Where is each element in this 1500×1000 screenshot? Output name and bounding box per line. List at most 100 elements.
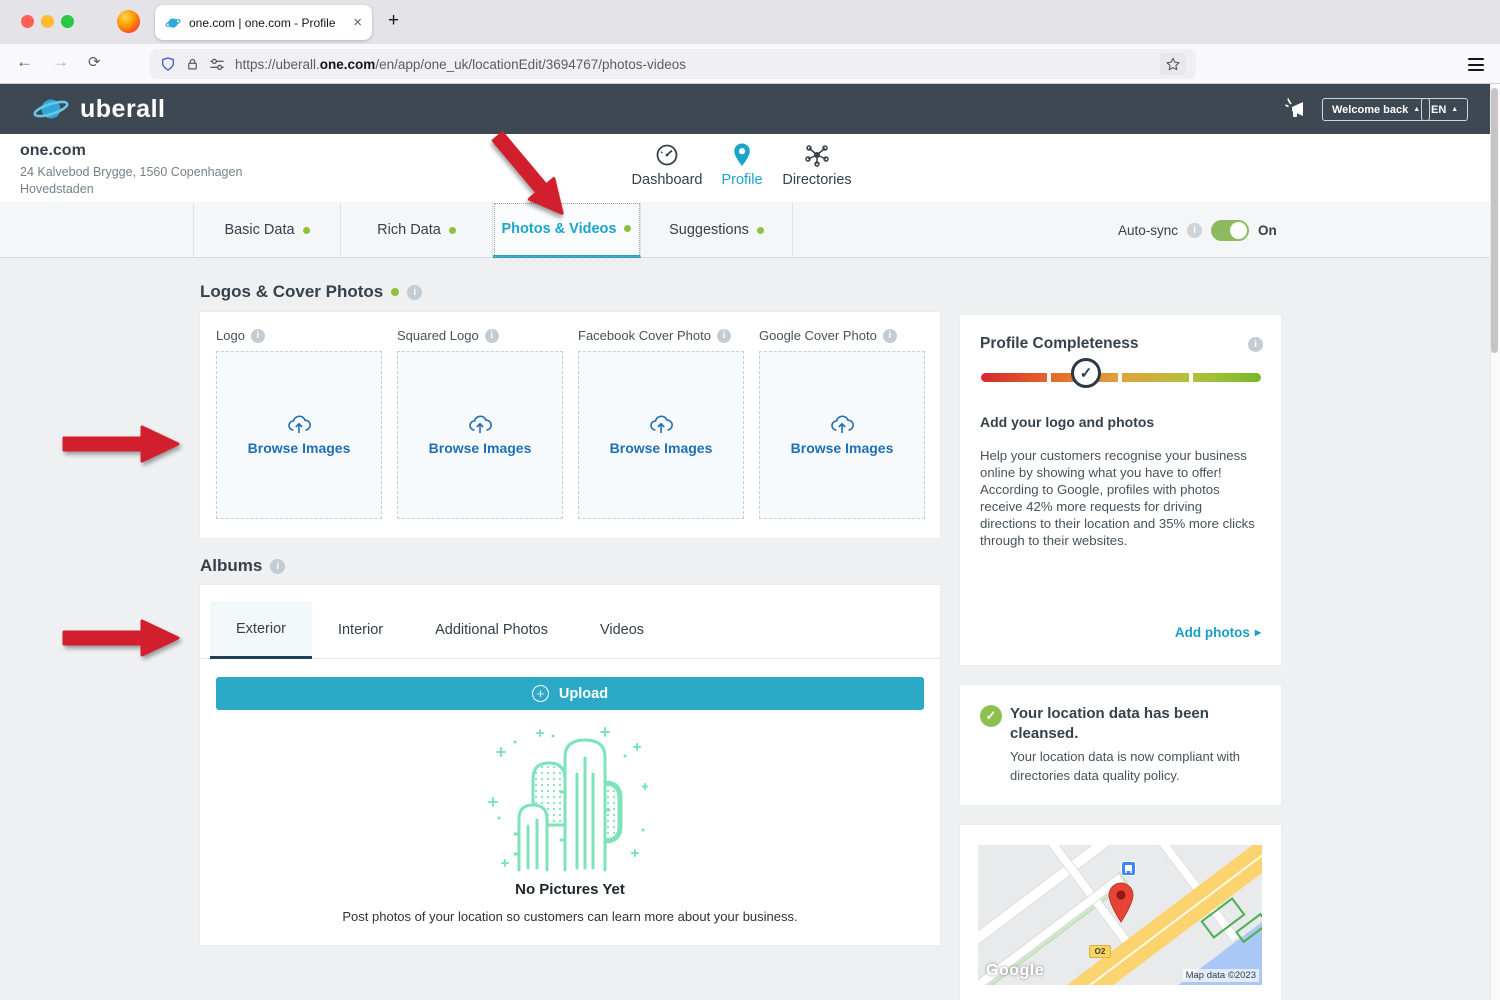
browse-images-dropzone[interactable]: Browse Images — [397, 351, 563, 519]
upload-button-label: Upload — [559, 686, 608, 702]
completeness-bar — [981, 373, 1261, 382]
caret-up-icon: ▲ — [1451, 106, 1458, 113]
tab-rich-data[interactable]: Rich Data — [341, 202, 493, 258]
announcement-icon[interactable] — [1284, 97, 1310, 121]
tab-suggestions-label: Suggestions — [669, 222, 749, 238]
browser-toolbar: ← → ⟳ https://uberall.one.com/en/app/one… — [0, 44, 1500, 84]
logos-section-heading: Logos & Cover Photos i — [200, 282, 422, 302]
cloud-upload-icon — [830, 414, 854, 434]
uploader-label: Google Cover Photoi — [759, 328, 925, 343]
browser-tab[interactable]: one.com | one.com - Profile × — [155, 5, 372, 40]
status-dot — [624, 225, 631, 232]
tab-title: one.com | one.com - Profile — [189, 16, 347, 30]
info-icon[interactable]: i — [251, 329, 265, 343]
info-icon[interactable]: i — [717, 329, 731, 343]
add-photos-link[interactable]: Add photos ▶ — [1175, 625, 1261, 640]
squared-logo-uploader: Squared Logoi Browse Images — [397, 328, 563, 519]
browse-images-dropzone[interactable]: Browse Images — [578, 351, 744, 519]
back-button[interactable]: ← — [16, 52, 33, 72]
albums-heading-label: Albums — [200, 556, 262, 576]
forward-button[interactable]: → — [52, 52, 69, 72]
cactus-illustration — [485, 722, 655, 872]
autosync-toggle[interactable] — [1211, 220, 1249, 241]
uberall-planet-icon — [30, 92, 72, 126]
logos-heading-label: Logos & Cover Photos — [200, 282, 383, 302]
info-icon[interactable]: i — [1248, 337, 1263, 352]
info-icon[interactable]: i — [407, 285, 422, 300]
brand-name: uberall — [80, 95, 165, 124]
annotation-arrow-browse-images — [62, 425, 180, 463]
info-icon[interactable]: i — [883, 329, 897, 343]
nav-directories-label: Directories — [762, 172, 872, 188]
browse-images-label: Browse Images — [429, 440, 532, 456]
facebook-cover-uploader: Facebook Cover Photoi Browse Images — [578, 328, 744, 519]
google-map[interactable]: O2 Google Map data ©2023 — [978, 845, 1262, 985]
logo-uploader: Logoi Browse Images — [216, 328, 382, 519]
permissions-icon[interactable] — [209, 57, 225, 71]
status-dot — [391, 288, 399, 296]
album-tabs: Exterior Interior Additional Photos Vide… — [200, 601, 940, 659]
scrollbar-thumb[interactable] — [1491, 88, 1498, 353]
album-tab-exterior[interactable]: Exterior — [210, 601, 312, 659]
route-badge: O2 — [1089, 945, 1111, 958]
gauge-icon — [655, 143, 679, 167]
location-name: one.com — [20, 142, 86, 160]
status-dot — [303, 227, 310, 234]
browse-images-dropzone[interactable]: Browse Images — [216, 351, 382, 519]
new-tab-button[interactable]: + — [388, 10, 399, 32]
info-icon[interactable]: i — [270, 559, 285, 574]
completeness-body: Help your customers recognise your busin… — [980, 447, 1262, 549]
cloud-upload-icon — [468, 414, 492, 434]
url-bar[interactable]: https://uberall.one.com/en/app/one_uk/lo… — [150, 49, 1196, 79]
add-photos-label: Add photos — [1175, 625, 1250, 640]
browser-window: one.com | one.com - Profile × + ← → ⟳ ht… — [0, 0, 1500, 1000]
album-tab-additional-photos[interactable]: Additional Photos — [409, 601, 574, 659]
profile-tab-bar: Basic Data Rich Data Photos & Videos Sug… — [0, 202, 1490, 258]
uberall-logo[interactable]: uberall — [30, 92, 165, 126]
google-cover-uploader: Google Cover Photoi Browse Images — [759, 328, 925, 519]
cleansed-body: Your location data is now compliant with… — [1010, 747, 1266, 785]
lock-icon[interactable] — [185, 57, 200, 72]
toggle-knob — [1230, 222, 1247, 239]
album-tab-interior[interactable]: Interior — [312, 601, 409, 659]
uberall-favicon — [165, 15, 181, 31]
tab-basic-data[interactable]: Basic Data — [193, 202, 341, 258]
cleansed-title: Your location data has been cleansed. — [1010, 704, 1260, 744]
language-menu[interactable]: EN ▲ — [1421, 98, 1468, 121]
browse-images-label: Browse Images — [248, 440, 351, 456]
address-line-2: Hovedstaden — [20, 181, 242, 198]
tab-suggestions[interactable]: Suggestions — [641, 202, 793, 258]
shield-icon[interactable] — [160, 56, 176, 72]
reload-button[interactable]: ⟳ — [88, 53, 101, 71]
autosync-label: Auto-sync — [1118, 223, 1178, 238]
browser-tabstrip: one.com | one.com - Profile × + — [0, 0, 1500, 44]
bookmark-star-button[interactable] — [1160, 53, 1186, 75]
welcome-back-menu[interactable]: Welcome back ▲ — [1322, 98, 1430, 121]
status-dot — [757, 227, 764, 234]
cloud-upload-icon — [287, 414, 311, 434]
tab-close-icon[interactable]: × — [353, 15, 362, 30]
menu-button[interactable] — [1468, 58, 1484, 75]
info-icon[interactable]: i — [485, 329, 499, 343]
nav-directories[interactable]: Directories — [762, 142, 872, 188]
browse-images-dropzone[interactable]: Browse Images — [759, 351, 925, 519]
firefox-icon — [117, 10, 140, 33]
tab-basic-data-label: Basic Data — [224, 222, 294, 238]
info-icon[interactable]: i — [1187, 223, 1202, 238]
url-text[interactable]: https://uberall.one.com/en/app/one_uk/lo… — [235, 57, 1160, 72]
completeness-marker: ✓ — [1071, 358, 1101, 388]
minimize-window-button[interactable] — [41, 15, 54, 28]
network-icon — [804, 143, 830, 167]
cloud-upload-icon — [649, 414, 673, 434]
plus-circle-icon: + — [532, 685, 549, 702]
maximize-window-button[interactable] — [61, 15, 74, 28]
annotation-arrow-album-tabs — [62, 619, 180, 657]
profile-completeness-card: Profile Completeness i ✓ Add your logo a… — [960, 315, 1281, 665]
close-window-button[interactable] — [21, 15, 34, 28]
success-check-icon: ✓ — [980, 705, 1002, 727]
upload-button[interactable]: + Upload — [216, 677, 924, 710]
uploader-label: Squared Logoi — [397, 328, 563, 343]
app-header: uberall Welcome back ▲ EN ▲ — [0, 84, 1490, 134]
star-icon — [1165, 56, 1181, 72]
album-tab-videos[interactable]: Videos — [574, 601, 670, 659]
